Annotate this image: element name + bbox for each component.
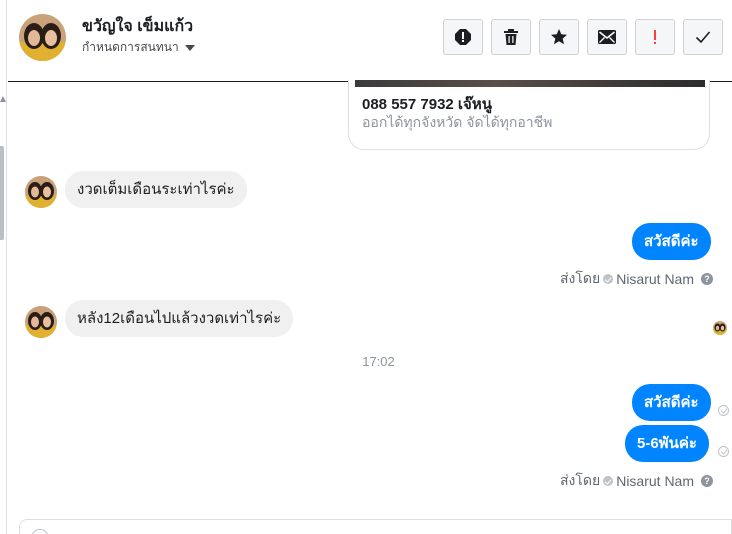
message-bubble-outgoing[interactable]: สวัสดีค่ะ: [632, 384, 711, 421]
dropdown-arrow-icon: [184, 44, 195, 51]
verified-badge-icon: [603, 476, 614, 486]
star-icon: [551, 29, 567, 45]
message-composer[interactable]: [19, 519, 732, 534]
trash-icon: [504, 29, 518, 45]
check-icon: [695, 31, 711, 44]
sent-by-label: ส่งโดย: [560, 270, 601, 286]
link-preview-description: ออกได้ทุกจังหวัด จัดได้ทุกอาชีพ: [362, 114, 553, 130]
collapse-caret-icon[interactable]: [0, 96, 6, 102]
message-timestamp: 17:02: [362, 354, 395, 369]
sent-status-icon: [718, 446, 729, 457]
spam-icon: [455, 29, 471, 45]
message-bubble-outgoing[interactable]: สวัสดีค่ะ: [632, 223, 711, 260]
sender-avatar[interactable]: [25, 176, 57, 208]
mail-icon: [598, 30, 616, 44]
link-preview-image: [355, 80, 705, 87]
sent-by-agent[interactable]: Nisarut Nam: [616, 271, 694, 287]
conversation-settings-dropdown[interactable]: กำหนดการสนทนา: [82, 38, 195, 57]
mark-spam-button[interactable]: [443, 19, 483, 55]
scrollbar-thumb[interactable]: [0, 146, 4, 240]
sent-by-label: ส่งโดย: [560, 472, 601, 488]
message-bubble-incoming[interactable]: งวดเต็มเดือนระเท่าไรค่ะ: [65, 171, 247, 208]
contact-name[interactable]: ขวัญใจ เข็มแก้ว: [82, 14, 193, 39]
message-bubble-outgoing[interactable]: 5-6พันค่ะ: [625, 425, 709, 462]
mark-important-button[interactable]: [635, 19, 675, 55]
sent-by-agent[interactable]: Nisarut Nam: [616, 473, 694, 489]
link-preview-card[interactable]: 088 557 7932 เจ๊หนู ออกได้ทุกจังหวัด จัด…: [348, 80, 710, 150]
message-bubble-incoming[interactable]: หลัง12เดือนไปแล้วงวดเท่าไรค่ะ: [65, 300, 294, 337]
star-button[interactable]: [539, 19, 579, 55]
verified-badge-icon: [603, 274, 614, 284]
help-icon[interactable]: ?: [701, 475, 713, 487]
conversation-settings-label: กำหนดการสนทนา: [82, 40, 179, 54]
mark-unread-button[interactable]: [587, 19, 627, 55]
mark-done-button[interactable]: [683, 19, 723, 55]
conversation-toolbar: [443, 19, 723, 55]
sent-by-line: ส่งโดย Nisarut Nam ?: [560, 268, 713, 290]
seen-avatar: [713, 321, 727, 335]
sent-status-icon: [718, 405, 729, 416]
left-panel-edge: [0, 0, 7, 534]
sent-by-line: ส่งโดย Nisarut Nam ?: [560, 470, 713, 492]
conversation-header: ขวัญใจ เข็มแก้ว กำหนดการสนทนา: [8, 0, 732, 82]
sender-avatar[interactable]: [25, 306, 57, 338]
delete-button[interactable]: [491, 19, 531, 55]
important-icon: [654, 30, 656, 44]
composer-avatar-icon: [31, 529, 49, 534]
help-icon[interactable]: ?: [701, 273, 713, 285]
contact-avatar[interactable]: [19, 14, 66, 61]
